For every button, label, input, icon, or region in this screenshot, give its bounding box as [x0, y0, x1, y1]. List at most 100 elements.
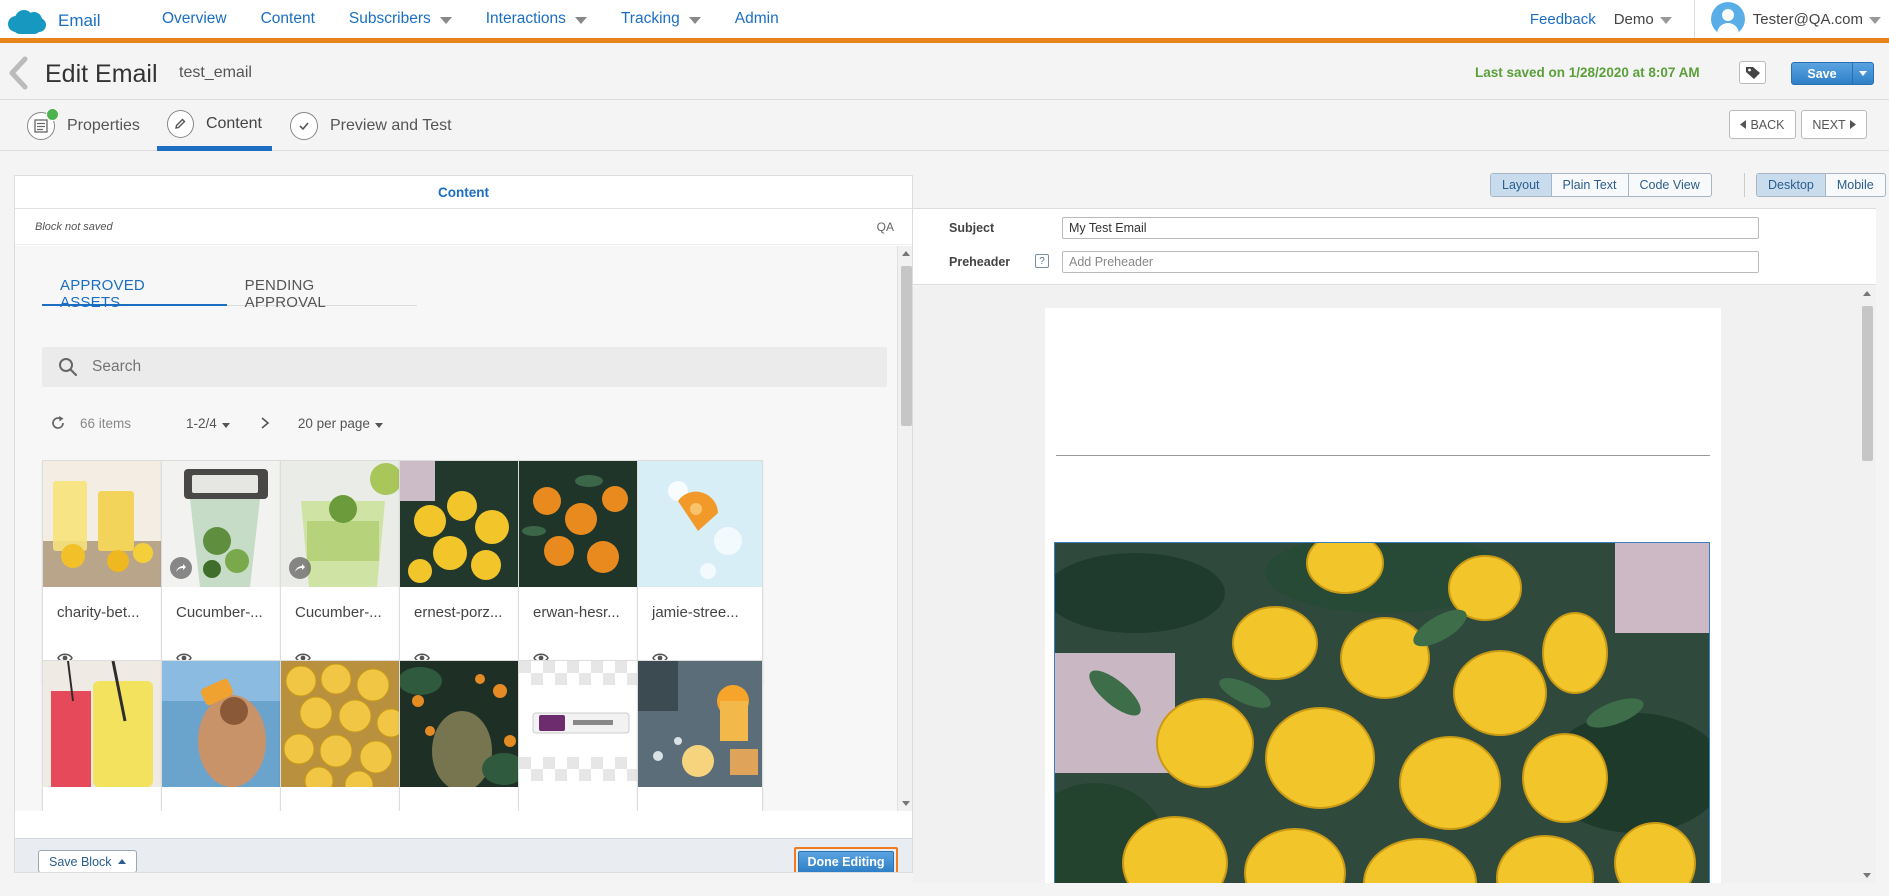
preheader-label: Preheader	[949, 255, 1011, 269]
subject-label: Subject	[949, 221, 995, 235]
chevron-right-icon[interactable]	[260, 417, 270, 429]
save-dropdown-toggle[interactable]	[1852, 63, 1873, 84]
page-header: Edit Email test_email Last saved on 1/28…	[0, 48, 1889, 100]
scroll-up-icon[interactable]	[902, 251, 910, 256]
tab-pending-approval[interactable]: PENDING APPROVAL	[227, 270, 417, 311]
email-canvas	[1045, 308, 1721, 883]
nav-label: Interactions	[485, 10, 566, 27]
page-title: Edit Email	[45, 60, 158, 88]
asset-card[interactable]	[637, 660, 763, 811]
search-input[interactable]	[92, 358, 852, 376]
nav-content[interactable]: Content	[261, 10, 315, 28]
email-image-block[interactable]	[1054, 542, 1710, 883]
back-chevron-icon[interactable]	[6, 56, 32, 90]
per-page-select[interactable]: 20 per page	[298, 416, 383, 431]
mobile-view-button[interactable]: Mobile	[1826, 174, 1885, 196]
triangle-left-icon	[1740, 120, 1747, 129]
asset-name: charity-bet...	[57, 604, 140, 621]
shared-icon	[170, 557, 192, 579]
asset-name: jamie-stree...	[652, 604, 739, 621]
block-status-row: Block not saved QA	[15, 209, 912, 245]
nav-subscribers[interactable]: Subscribers	[349, 10, 452, 28]
back-button[interactable]: BACK	[1729, 110, 1796, 139]
divider	[1693, 0, 1695, 38]
nav-tracking[interactable]: Tracking	[621, 10, 701, 28]
tab-properties[interactable]: Properties	[27, 101, 140, 151]
nav-admin[interactable]: Admin	[735, 10, 779, 28]
tab-approved-assets[interactable]: APPROVED ASSETS	[42, 270, 227, 311]
desktop-view-button[interactable]: Desktop	[1757, 174, 1826, 196]
save-block-button[interactable]: Save Block	[38, 850, 137, 872]
asset-card[interactable]: jamie-stree...	[637, 460, 763, 684]
nav-interactions[interactable]: Interactions	[486, 10, 587, 28]
content-panel-footer: Save Block Done Editing	[15, 838, 912, 872]
user-menu[interactable]: Tester@QA.com	[1710, 2, 1881, 36]
back-label: BACK	[1750, 117, 1785, 132]
scroll-thumb[interactable]	[1862, 306, 1873, 461]
asset-card[interactable]: erwan-hesr...	[518, 460, 644, 684]
preheader-input[interactable]	[1062, 251, 1759, 273]
content-scrollbar[interactable]	[897, 246, 912, 811]
demo-label: Demo	[1613, 10, 1654, 28]
asset-name: erwan-hesr...	[533, 604, 620, 621]
done-editing-button[interactable]: Done Editing	[798, 851, 894, 872]
demo-menu[interactable]: Demo	[1614, 11, 1672, 28]
scroll-down-icon[interactable]	[1863, 873, 1871, 878]
asset-card[interactable]	[161, 660, 287, 811]
asset-browser: APPROVED ASSETS PENDING APPROVAL 66 item…	[15, 246, 897, 811]
asset-thumbnail	[400, 661, 524, 787]
save-button[interactable]: Save	[1791, 62, 1874, 85]
list-controls: 66 items 1-2/4 20 per page	[50, 411, 383, 435]
chevron-down-icon	[1659, 16, 1672, 24]
feedback-link[interactable]: Feedback	[1530, 11, 1596, 28]
tag-button[interactable]	[1739, 61, 1766, 84]
user-name: Tester@QA.com	[1752, 10, 1863, 28]
tab-preview-and-test[interactable]: Preview and Test	[290, 101, 452, 151]
scroll-thumb[interactable]	[901, 266, 912, 426]
divider	[1744, 173, 1745, 197]
asset-name: Cucumber-...	[295, 604, 382, 621]
salesforce-cloud-icon	[8, 8, 46, 34]
preview-scrollbar[interactable]	[1859, 286, 1876, 883]
chevron-down-icon	[439, 16, 452, 24]
nav-label: Tracking	[620, 10, 680, 27]
page-range-select[interactable]: 1-2/4	[186, 416, 230, 431]
asset-name: ernest-porz...	[414, 604, 503, 621]
avatar	[1710, 2, 1745, 36]
asset-card[interactable]: charity-bet...	[42, 460, 168, 684]
asset-card[interactable]	[399, 660, 525, 811]
plain-text-view-button[interactable]: Plain Text	[1552, 174, 1629, 196]
email-name: test_email	[179, 64, 252, 81]
asset-thumbnail	[519, 461, 643, 587]
tag-icon	[1745, 66, 1760, 79]
nav-label: Overview	[162, 10, 227, 27]
asset-card[interactable]: Cucumber-...	[280, 460, 406, 684]
email-preview	[913, 286, 1876, 883]
tab-label: Properties	[67, 117, 140, 134]
refresh-icon[interactable]	[50, 415, 66, 431]
help-icon[interactable]: ?	[1035, 254, 1049, 268]
scroll-up-icon[interactable]	[1863, 291, 1871, 296]
shared-icon	[289, 557, 311, 579]
asset-name: Cucumber-...	[176, 604, 263, 621]
code-view-button[interactable]: Code View	[1629, 174, 1711, 196]
asset-card[interactable]: ernest-porz...	[399, 460, 525, 684]
asset-card[interactable]	[280, 660, 406, 811]
nav-overview[interactable]: Overview	[162, 10, 227, 28]
asset-thumbnail	[162, 661, 286, 787]
nav-right: Feedback Demo Tester@QA.com	[1530, 0, 1889, 38]
app-logo[interactable]: Email	[8, 8, 101, 34]
caret-down-icon	[374, 422, 383, 428]
device-toggle: Desktop Mobile	[1756, 173, 1886, 197]
asset-card[interactable]	[42, 660, 168, 811]
view-mode-toggle: Layout Plain Text Code View	[1490, 173, 1712, 197]
asset-card[interactable]	[518, 660, 644, 811]
subject-input[interactable]	[1062, 217, 1759, 239]
asset-card[interactable]: Cucumber-...	[161, 460, 287, 684]
next-button[interactable]: NEXT	[1801, 110, 1867, 139]
caret-up-icon	[117, 859, 126, 864]
tab-content[interactable]: Content	[157, 101, 272, 151]
scroll-down-icon[interactable]	[902, 801, 910, 806]
caret-down-icon	[221, 422, 230, 428]
layout-view-button[interactable]: Layout	[1491, 174, 1552, 196]
